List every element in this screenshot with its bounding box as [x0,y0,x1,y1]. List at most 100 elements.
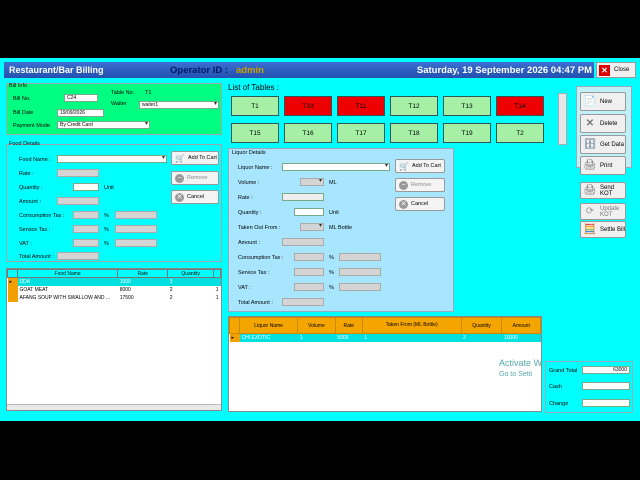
table-button-t19[interactable]: T19 [443,123,491,143]
liquor-rate-field[interactable] [282,193,324,201]
cell: 3 [169,278,173,285]
liquor-add-to-cart-button[interactable]: 🛒 Add To Cart [395,159,445,173]
row-selector: ▸ [229,333,240,342]
cancel-icon: ✕ [175,192,184,202]
liquor-qty-label: Quantity : [238,210,262,216]
minus-icon: − [399,180,408,190]
activation-watermark-sub: Go to Setti [499,371,533,378]
new-label: New [600,98,613,105]
volume-select[interactable] [300,178,324,186]
liquor-grid: Liquor Name Volume Rate Taken From (ML B… [228,316,542,412]
tables-scrollbar[interactable] [558,93,567,145]
food-add-to-cart-button[interactable]: 🛒 Add To Cart [171,151,219,165]
food-cancel-button[interactable]: ✕ Cancel [171,190,219,204]
payment-mode-select[interactable]: By Credit Card [57,121,150,129]
food-total-label: Total Amount : [19,254,54,260]
printer-icon: 🖨 [583,185,597,196]
cell: 5000 [337,334,349,341]
cell: 10000 [503,334,518,341]
send-kot-button[interactable]: 🖨 Send KOT [580,182,626,199]
table-button-t18[interactable]: T18 [390,123,438,143]
delete-button[interactable]: ✕ Delete [580,114,626,133]
food-rate-field [57,169,99,177]
table-button-t14[interactable]: T14 [496,96,544,116]
food-name-select[interactable] [57,155,167,163]
food-grid: Food Name Rate Quantity ▸ DDA 1000 3 GOA… [6,268,222,411]
new-button[interactable]: 📄 New [580,92,626,111]
liquor-remove-button[interactable]: − Remove [395,178,445,192]
cell: 2 [169,294,173,301]
cell: 8000 [119,286,131,293]
bill-date-field[interactable]: 19/09/2026 [57,109,104,117]
table-button-t17[interactable]: T17 [337,123,385,143]
food-name-label: Food Name : [19,157,51,163]
col-liquor-name: Liquor Name [238,317,299,334]
food-qty-label: Quantity : [19,185,43,191]
taken-out-select[interactable] [300,223,324,231]
col-quantity: Quantity [167,269,215,278]
liquor-name-select[interactable] [282,163,390,171]
food-service-label: Service Tax : [19,227,51,233]
food-qty-field[interactable] [73,183,99,191]
liquor-total-field [282,298,324,306]
table-row[interactable]: AFANG SOUP WITH SWALLOW AND ... 17500 2 … [7,293,221,302]
cell: 1 [299,334,303,341]
table-button-t15[interactable]: T15 [231,123,279,143]
get-data-button[interactable]: 🗄 Get Data [580,135,626,154]
cell: 1 [215,286,219,293]
table-button-t1[interactable]: T1 [231,96,279,116]
cell: 1000 [119,278,131,285]
tables-panel: T1 T10 T11 T12 T13 T14 T15 T16 T17 T18 T19 T2 [228,93,570,148]
change-label: Change [549,401,569,407]
printer-icon: 🖨 [583,160,597,171]
operator-label: Operator ID : [170,65,229,76]
food-remove-button[interactable]: − Remove [171,171,219,185]
cash-field[interactable] [582,382,630,390]
calculator-icon: 🧮 [583,224,597,235]
waiter-select[interactable]: waiter1 [139,101,219,109]
food-grid-scrollbar[interactable] [7,404,221,410]
col-food-name: Food Name [16,269,119,278]
liquor-vat-label: VAT : [238,285,251,291]
table-button-t13[interactable]: T13 [443,96,491,116]
food-service-amt [115,225,157,233]
table-button-t12[interactable]: T12 [390,96,438,116]
cell: 17500 [119,294,134,301]
cart-icon: 🛒 [175,153,185,163]
remove-label: Remove [187,175,208,181]
food-details-panel: Food Details Food Name : Rate : Quantity… [6,141,222,262]
table-button-t11[interactable]: T11 [337,96,385,116]
table-row[interactable]: GOAT MEAT 8000 2 1 [7,285,221,294]
table-row[interactable]: ▸ DDA 1000 3 [7,277,221,286]
bill-info-panel: Bill Info Bill No. C24 Table No. T1 Wait… [6,83,222,135]
pct-label: % [329,255,334,261]
cart-icon: 🛒 [399,161,409,171]
liquor-total-label: Total Amount : [238,300,273,306]
liquor-qty-field[interactable] [294,208,324,216]
datetime: Saturday, 19 September 2026 04:47 PM [416,65,592,76]
liquor-consumption-label: Consumption Tax : [238,255,284,261]
table-row[interactable]: ▸ CHI EXOTIC 1 5000 1 2 10000 [229,333,541,342]
food-consumption-label: Consumption Tax : [19,213,65,219]
food-details-title: Food Details [9,141,40,147]
row-header [7,269,18,278]
bill-no-field[interactable]: C24 [64,94,98,102]
grand-total-field: 63000 [582,366,630,374]
pct-label: % [104,213,109,219]
cancel-label: Cancel [187,194,205,200]
update-kot-button[interactable]: ⟳ Update KOT [580,203,626,220]
liquor-amount-field [282,238,324,246]
liquor-cancel-button[interactable]: ✕ Cancel [395,197,445,211]
table-button-t2[interactable]: T2 [496,123,544,143]
table-button-t10[interactable]: T10 [284,96,332,116]
col-rate: Rate [117,269,169,278]
col-quantity: Quantity [460,317,503,334]
liquor-rate-label: Rate : [238,195,253,201]
table-button-t16[interactable]: T16 [284,123,332,143]
row-selector: ▸ [7,277,18,286]
settle-bill-button[interactable]: 🧮 Settle Bill [580,221,626,238]
food-vat-amt [115,239,157,247]
delete-label: Delete [600,120,618,127]
print-button[interactable]: 🖨 Print [580,156,626,175]
close-button[interactable]: ✕ Close [596,62,636,78]
